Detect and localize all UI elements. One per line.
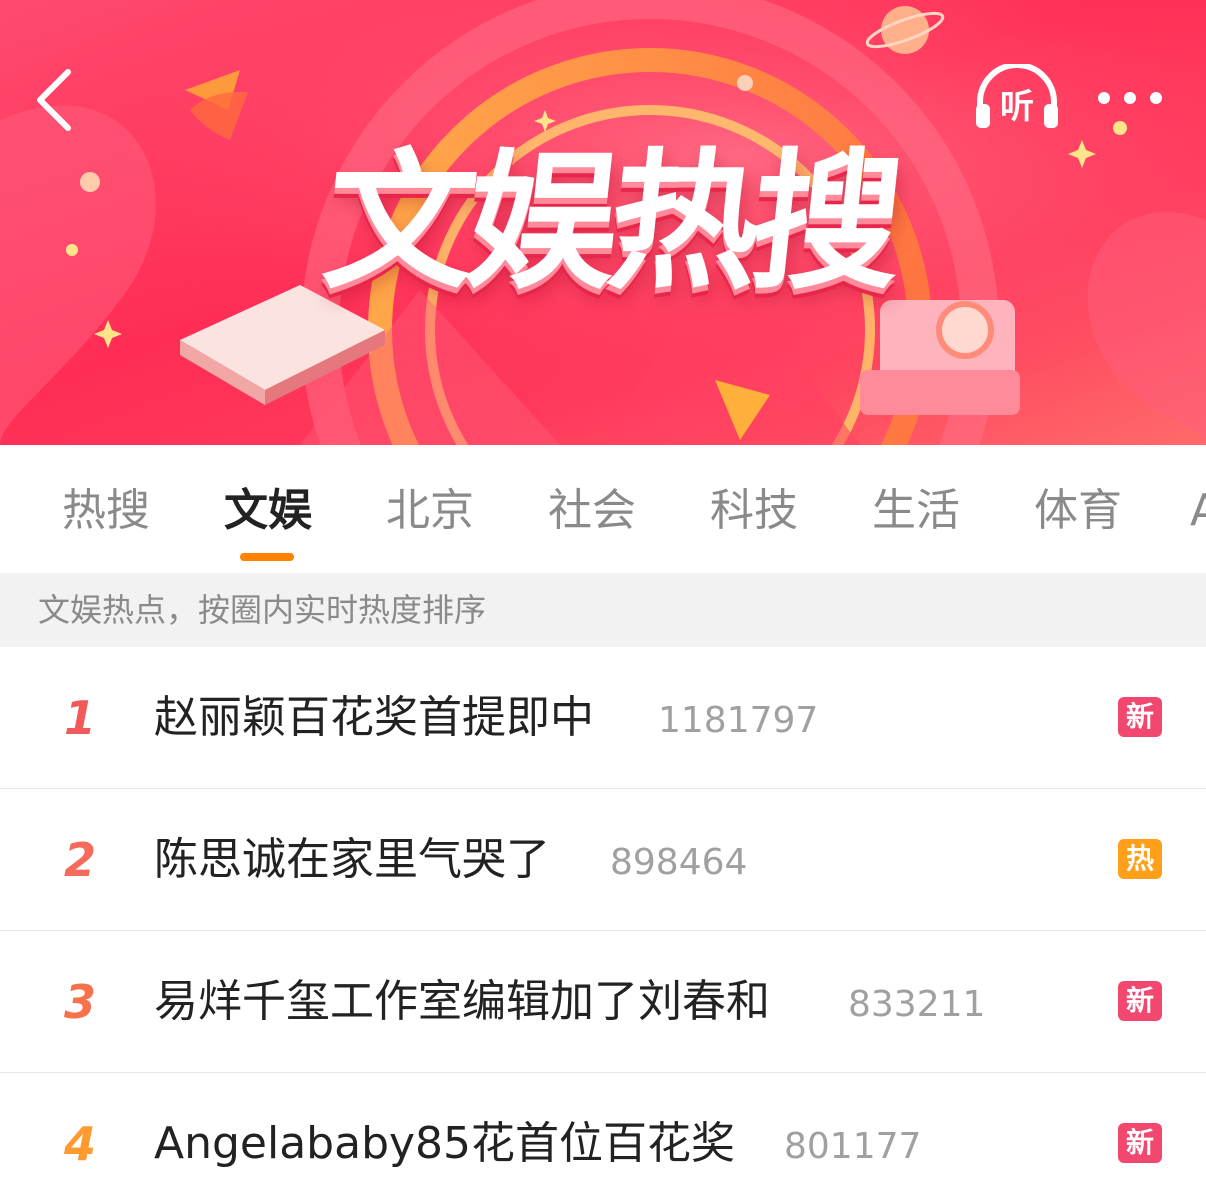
hot-badge: 热: [1118, 839, 1162, 879]
item-title[interactable]: Angelababy85花首位百花奖: [154, 1115, 735, 1173]
heat-count: 801177: [784, 1126, 922, 1167]
tab-more-partial[interactable]: A: [1190, 481, 1206, 541]
list-item[interactable]: 4 Angelababy85花首位百花奖 801177 新: [0, 1073, 1206, 1200]
notice-bar: 文娱热点，按圈内实时热度排序: [0, 573, 1206, 647]
rank-number: 4: [63, 1117, 96, 1171]
listen-button[interactable]: 听: [972, 62, 1062, 134]
chevron-left-icon: [37, 69, 71, 131]
new-badge: 新: [1118, 981, 1162, 1021]
tab-society[interactable]: 社会: [548, 481, 636, 541]
item-title[interactable]: 易烊千玺工作室编辑加了刘春和: [154, 973, 770, 1031]
tab-hot-search[interactable]: 热搜: [62, 481, 150, 541]
header-banner: 听 文娱热搜: [0, 0, 1206, 445]
rank-number: 1: [63, 691, 96, 745]
tab-tech[interactable]: 科技: [710, 481, 798, 541]
tab-sports[interactable]: 体育: [1034, 481, 1122, 541]
rank-number: 3: [63, 975, 96, 1029]
notice-text: 文娱热点，按圈内实时热度排序: [38, 591, 487, 629]
rank-number: 2: [63, 833, 96, 887]
list-item[interactable]: 3 易烊千玺工作室编辑加了刘春和 833211 新: [0, 931, 1206, 1073]
tab-entertainment[interactable]: 文娱: [224, 481, 312, 541]
more-dots-icon: [1098, 92, 1162, 104]
heat-count: 1181797: [658, 700, 819, 741]
app-root: 听 文娱热搜 热搜 文娱 北京 社会 科技 生活 体育 A 文娱热点，按圈内实时…: [0, 0, 1206, 1200]
item-title[interactable]: 赵丽颖百花奖首提即中: [154, 689, 594, 747]
heat-count: 898464: [610, 842, 748, 883]
more-button[interactable]: [1090, 80, 1170, 116]
listen-label: 听: [1000, 87, 1034, 127]
item-title[interactable]: 陈思诚在家里气哭了: [154, 831, 550, 889]
list-item[interactable]: 1 赵丽颖百花奖首提即中 1181797 新: [0, 647, 1206, 789]
tab-life[interactable]: 生活: [872, 481, 960, 541]
category-tabs: 热搜 文娱 北京 社会 科技 生活 体育 A: [0, 445, 1206, 573]
list-item[interactable]: 2 陈思诚在家里气哭了 898464 热: [0, 789, 1206, 931]
banner-title: 文娱热搜: [316, 136, 904, 310]
tab-beijing[interactable]: 北京: [386, 481, 474, 541]
new-badge: 新: [1118, 1123, 1162, 1163]
headphones-icon: 听: [976, 62, 1058, 128]
heat-count: 833211: [848, 984, 986, 1025]
new-badge: 新: [1118, 697, 1162, 737]
active-tab-indicator: [240, 553, 294, 561]
back-button[interactable]: [24, 64, 88, 136]
